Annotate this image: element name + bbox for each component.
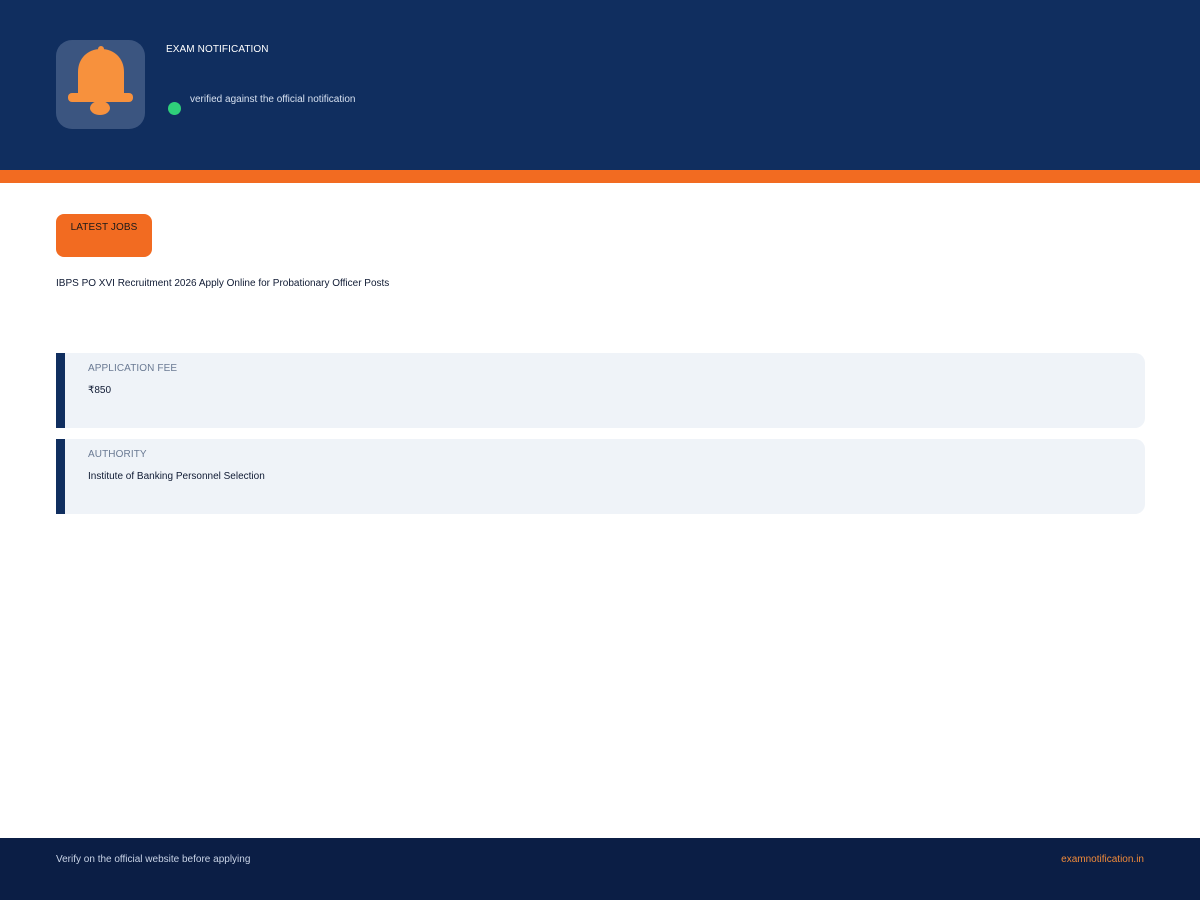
application-fee-card: APPLICATION FEE ₹850 xyxy=(56,353,1145,428)
verified-text: verified against the official notificati… xyxy=(190,94,356,105)
site-name: EXAM NOTIFICATION xyxy=(166,44,269,55)
site-footer: Verify on the official website before ap… xyxy=(0,838,1200,900)
logo-tile xyxy=(56,40,145,129)
footer-note: Verify on the official website before ap… xyxy=(56,854,251,865)
bell-icon xyxy=(68,46,133,115)
verified-dot-icon xyxy=(168,102,181,115)
authority-card: AUTHORITY Institute of Banking Personnel… xyxy=(56,439,1145,514)
accent-divider xyxy=(0,170,1200,183)
info-label: AUTHORITY xyxy=(88,449,147,460)
post-title: IBPS PO XVI Recruitment 2026 Apply Onlin… xyxy=(56,278,390,289)
info-value: ₹850 xyxy=(88,385,112,396)
category-badge[interactable]: LATEST JOBS xyxy=(56,214,152,257)
info-value: Institute of Banking Personnel Selection xyxy=(88,471,265,482)
page: EXAM NOTIFICATION verified against the o… xyxy=(0,0,1200,900)
info-label: APPLICATION FEE xyxy=(88,363,178,374)
site-header: EXAM NOTIFICATION verified against the o… xyxy=(0,0,1200,170)
footer-site-link[interactable]: examnotification.in xyxy=(1061,854,1144,865)
